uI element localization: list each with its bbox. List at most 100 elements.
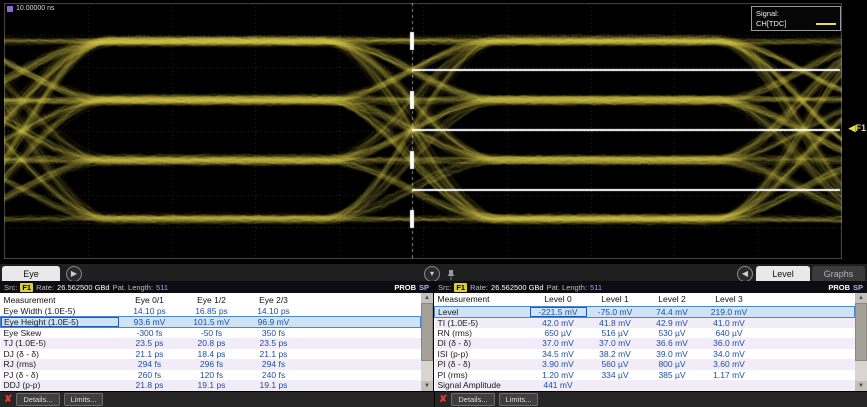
pin-icon[interactable]: [446, 268, 456, 280]
rate-value: 26.562500 GBd: [57, 283, 110, 292]
measurement-value: 296 fs: [181, 359, 243, 370]
panel-header: Src: F1 Rate: 26.562500 GBd Pat. Length:…: [0, 281, 433, 293]
measurement-name: PJ (δ - δ): [1, 370, 119, 381]
measurement-name: PI (rms): [435, 370, 530, 381]
table-row[interactable]: PJ (δ - δ)260 fs120 fs240 fs: [1, 370, 421, 381]
tab-level[interactable]: Level: [756, 266, 810, 282]
measurement-value: 39.0 mV: [644, 349, 701, 360]
table-row[interactable]: TJ (1.0E-5)23.5 ps20.8 ps23.5 ps: [1, 338, 421, 349]
row-filler: [305, 359, 421, 370]
column-header: Measurement: [435, 293, 530, 306]
scrollbar-thumb[interactable]: [855, 303, 867, 361]
signal-legend-value: CH[TDC]: [756, 19, 786, 28]
measurement-value: 37.0 mV: [530, 338, 587, 349]
measurement-value: 560 µV: [587, 359, 644, 370]
trace-color-swatch: [816, 23, 836, 25]
table-row[interactable]: TI (1.0E-5)42.0 mV41.8 mV42.9 mV41.0 mV: [435, 317, 855, 328]
table-header-row: MeasurementEye 0/1Eye 1/2Eye 2/3: [1, 293, 421, 306]
measurement-value: [587, 380, 644, 391]
measurement-value: [644, 380, 701, 391]
previous-tab-icon[interactable]: ◀: [737, 266, 753, 282]
source-badge: F1: [20, 283, 33, 292]
f1-trace-marker[interactable]: ◀F1: [849, 123, 866, 134]
play-icon[interactable]: ▶: [66, 266, 82, 282]
table-row[interactable]: Eye Height (1.0E-5)93.6 mV101.5 mV96.9 m…: [1, 317, 421, 328]
eye-table-scrollbar[interactable]: ▲ ▼: [421, 293, 433, 391]
oscilloscope-screen: 10.00000 ns Signal: CH[TDC] ◀F1 Eye ▶ ▾ …: [0, 0, 867, 407]
measurement-value: 41.8 mV: [587, 317, 644, 328]
column-header: Level 1: [587, 293, 644, 306]
limits-button[interactable]: Limits...: [64, 393, 104, 406]
row-filler: [758, 359, 855, 370]
table-row[interactable]: DJ (δ - δ)21.1 ps18.4 ps21.1 ps: [1, 349, 421, 360]
measurement-value: 14.10 ps: [119, 306, 181, 317]
scroll-down-icon[interactable]: ▼: [855, 381, 867, 391]
measurement-value: 3.90 mV: [530, 359, 587, 370]
measurement-value: -221.5 mV: [530, 306, 587, 317]
tab-eye[interactable]: Eye: [2, 266, 60, 282]
table-row[interactable]: RN (rms)650 µV516 µV530 µV640 µV: [435, 328, 855, 339]
column-header: Eye 1/2: [181, 293, 243, 306]
signal-legend[interactable]: Signal: CH[TDC]: [751, 6, 841, 31]
measurement-value: 334 µV: [587, 370, 644, 381]
sp-label: SP: [419, 283, 429, 292]
table-row[interactable]: DDJ (p-p)21.8 ps19.1 ps19.1 ps: [1, 380, 421, 391]
row-filler: [758, 317, 855, 328]
measurement-panels: Src: F1 Rate: 26.562500 GBd Pat. Length:…: [0, 281, 867, 391]
error-icon: ✘: [4, 394, 12, 406]
header-filler: [758, 293, 855, 306]
table-row[interactable]: Signal Amplitude441 mV: [435, 380, 855, 391]
f1-marker-label: F1: [855, 123, 866, 133]
scroll-up-icon[interactable]: ▲: [855, 293, 867, 303]
level-measurement-table: MeasurementLevel 0Level 1Level 2Level 3L…: [434, 293, 855, 391]
table-row[interactable]: PI (δ - δ)3.90 mV560 µV800 µV3.60 mV: [435, 359, 855, 370]
tab-graphs[interactable]: Graphs: [812, 266, 865, 282]
table-row[interactable]: ISI (p-p)34.5 mV38.2 mV39.0 mV34.0 mV: [435, 349, 855, 360]
rate-label: Rate:: [470, 283, 488, 292]
measurement-name: PI (δ - δ): [435, 359, 530, 370]
table-row[interactable]: Level-221.5 mV-75.0 mV74.4 mV219.0 mV: [435, 306, 855, 317]
limits-button[interactable]: Limits...: [499, 393, 539, 406]
table-row[interactable]: Eye Width (1.0E-5)14.10 ps16.85 ps14.10 …: [1, 306, 421, 317]
level-measurements-panel: Src: F1 Rate: 26.562500 GBd Pat. Length:…: [434, 281, 867, 391]
signal-legend-title: Signal:: [756, 9, 836, 18]
measurement-value: 240 fs: [243, 370, 305, 381]
row-filler: [305, 370, 421, 381]
prob-label: PROB: [828, 283, 850, 292]
details-button[interactable]: Details...: [451, 393, 494, 406]
status-bar: ✘ Details... Limits... ✘ Details... Limi…: [0, 391, 867, 407]
row-filler: [305, 349, 421, 360]
scroll-up-icon[interactable]: ▲: [421, 293, 433, 303]
measurement-value: 800 µV: [644, 359, 701, 370]
details-button[interactable]: Details...: [16, 393, 59, 406]
timebase-value: 10.00000 ns: [16, 5, 55, 12]
measurement-name: RJ (rms): [1, 359, 119, 370]
error-icon: ✘: [439, 394, 447, 406]
measurement-value: 3.60 mV: [701, 359, 758, 370]
table-row[interactable]: PI (rms)1.20 mV334 µV385 µV1.17 mV: [435, 370, 855, 381]
measurement-value: 120 fs: [181, 370, 243, 381]
measurement-value: 1.20 mV: [530, 370, 587, 381]
measurement-value: 19.1 ps: [181, 380, 243, 391]
collapse-panel-icon[interactable]: ▾: [424, 266, 440, 282]
table-row[interactable]: DI (δ - δ)37.0 mV37.0 mV36.6 mV36.0 mV: [435, 338, 855, 349]
eye-diagram-area: 10.00000 ns Signal: CH[TDC] ◀F1: [0, 0, 867, 263]
measurement-value: 21.1 ps: [119, 349, 181, 360]
measurement-value: 516 µV: [587, 328, 644, 339]
scroll-down-icon[interactable]: ▼: [421, 381, 433, 391]
measurement-value: 19.1 ps: [243, 380, 305, 391]
timebase-icon: [7, 6, 13, 12]
measurement-value: 350 fs: [243, 328, 305, 339]
level-table-scrollbar[interactable]: ▲ ▼: [855, 293, 867, 391]
table-row[interactable]: RJ (rms)294 fs296 fs294 fs: [1, 359, 421, 370]
measurement-value: 260 fs: [119, 370, 181, 381]
eye-diagram-canvas: [4, 3, 842, 259]
measurement-value: 96.9 mV: [243, 317, 305, 328]
row-filler: [305, 380, 421, 391]
table-row[interactable]: Eye Skew-300 fs-50 fs350 fs: [1, 328, 421, 339]
column-header: Measurement: [1, 293, 119, 306]
panel-header: Src: F1 Rate: 26.562500 GBd Pat. Length:…: [434, 281, 867, 293]
prob-label: PROB: [394, 283, 416, 292]
scrollbar-thumb[interactable]: [421, 303, 433, 361]
row-filler: [758, 349, 855, 360]
